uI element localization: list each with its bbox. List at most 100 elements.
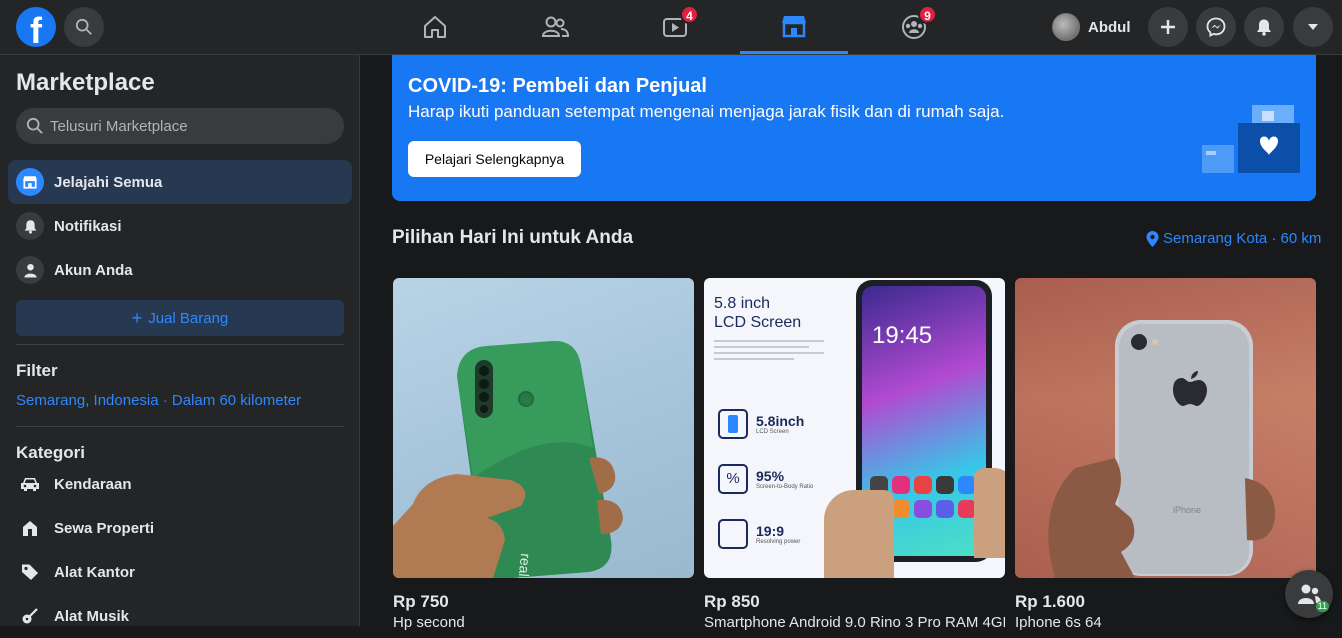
chat-badge: 11: [1315, 601, 1329, 612]
learn-more-button[interactable]: Pelajari Selengkapnya: [408, 141, 581, 177]
new-chat-button[interactable]: 11: [1285, 570, 1333, 618]
percent-icon: %: [718, 463, 748, 494]
promo-fineprint: [714, 340, 824, 360]
location-filter-link[interactable]: Semarang, Indonesia · Dalam 60 kilometer: [16, 392, 301, 409]
create-button[interactable]: [1148, 7, 1188, 47]
account-menu-button[interactable]: [1293, 7, 1333, 47]
promo-spec-sub: LCD Screen: [756, 428, 789, 435]
plus-icon: [1161, 20, 1175, 34]
listing-price: Rp 1.600: [1015, 592, 1085, 611]
marketplace-sidebar: Marketplace Jelajahi Semua Notifikasi Ak…: [0, 55, 360, 626]
search-button[interactable]: [64, 7, 104, 47]
category-label: Kendaraan: [54, 475, 132, 493]
listing-title: Iphone 6s 64: [1015, 614, 1102, 631]
ratio-icon: [718, 518, 748, 549]
sidebar-title: Marketplace: [16, 69, 155, 96]
divider: [16, 344, 344, 345]
marketplace-search[interactable]: [16, 108, 344, 144]
category-label: Sewa Properti: [54, 519, 155, 537]
home-icon: [424, 16, 446, 38]
nav-tab-watch[interactable]: 4: [621, 0, 729, 54]
groups-badge: 9: [918, 5, 937, 24]
promo-spec-sub: Screen-to-Body Ratio: [756, 483, 814, 490]
screen-size-icon: [718, 408, 748, 439]
sidebar-item-label: Akun Anda: [54, 261, 133, 279]
search-icon: [26, 117, 43, 134]
nav-tab-home[interactable]: [381, 0, 489, 54]
hand-left: [824, 490, 894, 578]
bell-icon: [24, 219, 36, 234]
listing-card[interactable]: realme Rp 750 Hp second: [393, 278, 694, 631]
search-icon: [75, 18, 92, 35]
marketplace-icon: [782, 15, 806, 37]
category-item-vehicles[interactable]: Kendaraan: [8, 462, 352, 506]
promo-spec-value: 5.8inch: [756, 412, 805, 429]
sell-item-label: Jual Barang: [148, 309, 229, 327]
hand-right: [974, 468, 1005, 558]
sidebar-item-account[interactable]: Akun Anda: [8, 248, 352, 292]
promo-spec-list: 5.8inch LCD Screen % 95% Screen-to-Body Ra…: [718, 396, 813, 561]
messenger-icon: [1206, 17, 1226, 37]
messenger-button[interactable]: [1196, 7, 1236, 47]
location-link[interactable]: Semarang Kota · 60 km: [1146, 230, 1321, 247]
promo-spec-value: 19:9: [756, 522, 785, 539]
category-item-rentals[interactable]: Sewa Properti: [8, 506, 352, 550]
guitar-icon: [22, 608, 38, 624]
promo-size: 5.8 inch: [714, 295, 771, 312]
top-navbar: f 4 9 Abdul: [0, 0, 1342, 55]
nav-tab-groups[interactable]: 9: [860, 0, 968, 54]
promo-screen: LCD Screen: [714, 314, 802, 331]
notifications-button[interactable]: [1244, 7, 1284, 47]
caret-down-icon: [1308, 24, 1318, 30]
section-title: Pilihan Hari Ini untuk Anda: [392, 227, 634, 248]
nav-tab-friends[interactable]: [501, 0, 609, 54]
sidebar-icon-wrap: [16, 212, 44, 240]
listing-image: 5.8 inch LCD Screen 5.8inch LCD Screen % …: [704, 278, 1005, 578]
sidebar-item-label: Jelajahi Semua: [54, 173, 163, 191]
promo-spec: 5.8inch LCD Screen: [718, 396, 813, 451]
divider: [16, 426, 344, 427]
filter-heading: Filter: [16, 361, 58, 380]
listing-title: Hp second: [393, 614, 465, 631]
listing-card[interactable]: iPhone Rp 1.600 Iphone 6s 64: [1015, 278, 1316, 631]
listing-price: Rp 750: [393, 592, 449, 611]
plus-icon: +: [131, 308, 143, 328]
svg-text:iPhone: iPhone: [1173, 505, 1201, 515]
category-item-musical-instruments[interactable]: Alat Musik: [8, 594, 352, 638]
category-item-office-supplies[interactable]: Alat Kantor: [8, 550, 352, 594]
nav-tab-marketplace[interactable]: [740, 0, 848, 54]
category-label: Alat Musik: [54, 607, 130, 625]
promo-spec: 19:9 Resolving power: [718, 506, 813, 561]
phone-clock: 19:45: [872, 322, 933, 349]
covid-banner: COVID-19: Pembeli dan Penjual Harap ikut…: [392, 55, 1316, 201]
banner-text: Harap ikuti panduan setempat mengenai me…: [408, 102, 1005, 121]
banner-title: COVID-19: Pembeli dan Penjual: [408, 75, 707, 97]
category-heading: Kategori: [16, 443, 85, 462]
green-phone-photo: realme: [393, 340, 623, 578]
profile-link[interactable]: Abdul: [1052, 11, 1131, 43]
location-label: Semarang Kota · 60 km: [1163, 230, 1322, 247]
bell-icon: [1257, 19, 1271, 36]
facebook-logo[interactable]: f: [16, 7, 56, 47]
listing-price: Rp 850: [704, 592, 760, 611]
listing-title: Smartphone Android 9.0 Rino 3 Pro RAM 4G…: [704, 614, 1005, 631]
search-input[interactable]: [50, 117, 330, 135]
listing-card[interactable]: 5.8 inch LCD Screen 5.8inch LCD Screen % …: [704, 278, 1005, 631]
marketplace-icon: [23, 176, 37, 189]
marketplace-boxes-illustration: [1202, 105, 1300, 173]
sell-item-button[interactable]: + Jual Barang: [16, 300, 344, 336]
iphone-photo: iPhone: [1015, 278, 1316, 578]
car-icon: [21, 478, 39, 491]
promo-spec: % 95% Screen-to-Body Ratio: [718, 451, 813, 506]
category-label: Alat Kantor: [54, 563, 135, 581]
person-icon: [23, 263, 37, 278]
watch-badge: 4: [680, 5, 699, 24]
sidebar-icon-wrap: [16, 168, 44, 196]
friends-icon: [541, 16, 569, 37]
sidebar-item-notifications[interactable]: Notifikasi: [8, 204, 352, 248]
category-icon-wrap: [16, 514, 44, 542]
category-icon-wrap: [16, 470, 44, 498]
house-icon: [23, 521, 37, 536]
sidebar-item-browse-all[interactable]: Jelajahi Semua: [8, 160, 352, 204]
tag-icon: [22, 564, 38, 580]
